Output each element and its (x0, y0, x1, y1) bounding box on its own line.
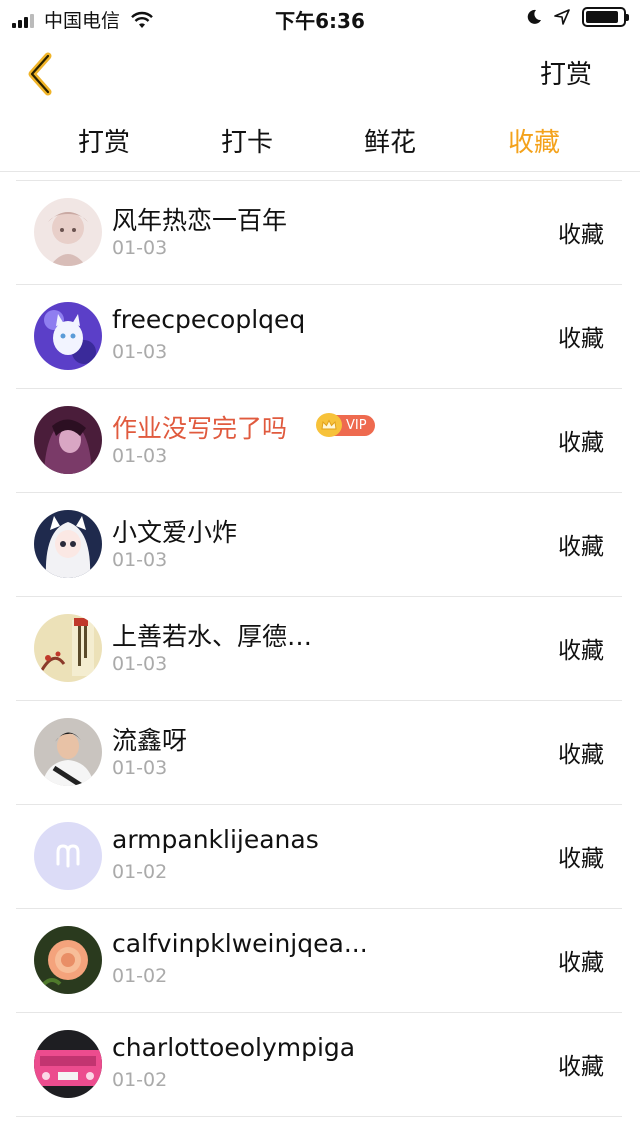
battery-icon (582, 7, 629, 27)
user-name: 作业没写完了吗 (112, 414, 288, 443)
user-name: 上善若水、厚德… (112, 622, 313, 651)
item-action: 收藏 (558, 638, 604, 664)
favorites-list: 风年热恋一百年 01-03 收藏 freecpecoplqeq 01-03 收藏… (16, 180, 622, 1139)
list-item[interactable]: charlottoeolympiga 01-02 收藏 (16, 1012, 622, 1116)
tab-reward[interactable]: 打赏 (44, 122, 164, 159)
avatar (34, 614, 102, 682)
vip-badge: VIP (316, 413, 375, 437)
item-date: 01-03 (112, 237, 168, 259)
avatar (34, 1030, 102, 1098)
back-button[interactable] (20, 50, 64, 98)
status-right (526, 7, 629, 27)
item-action: 收藏 (558, 326, 604, 352)
list-item[interactable]: 流鑫呀 01-03 收藏 (16, 700, 622, 804)
avatar (34, 302, 102, 370)
avatar (34, 822, 102, 890)
item-action: 收藏 (558, 430, 604, 456)
list-item[interactable]: calfvinpklweinjqea... 01-02 收藏 (16, 908, 622, 1012)
tab-bar: 打赏 打卡 鲜花 收藏 (0, 110, 640, 172)
avatar (34, 198, 102, 266)
user-name: 流鑫呀 (112, 726, 188, 755)
status-bar: 中国电信 下午6:36 (0, 0, 640, 36)
list-item[interactable]: 上善若水、厚德… 01-03 收藏 (16, 596, 622, 700)
item-action: 收藏 (558, 1054, 604, 1080)
tab-flowers[interactable]: 鲜花 (330, 122, 450, 159)
avatar (34, 406, 102, 474)
reward-button[interactable]: 打赏 (540, 54, 592, 91)
item-action: 收藏 (558, 846, 604, 872)
list-item[interactable]: 作业没写完了吗 VIP 01-03 收藏 (16, 388, 622, 492)
user-name: 风年热恋一百年 (112, 206, 288, 235)
item-action: 收藏 (558, 534, 604, 560)
chevron-left-icon (28, 52, 52, 96)
item-action: 收藏 (558, 222, 604, 248)
avatar (34, 510, 102, 578)
list-item[interactable]: 风年热恋一百年 01-03 收藏 (16, 180, 622, 284)
list-item[interactable]: armpanklijeanas 01-02 收藏 (16, 804, 622, 908)
item-date: 01-02 (112, 1069, 168, 1091)
item-date: 01-03 (112, 445, 168, 467)
user-name: 小文爱小炸 (112, 518, 238, 547)
item-date: 01-03 (112, 757, 168, 779)
tab-checkin[interactable]: 打卡 (187, 122, 307, 159)
nav-bar: 打赏 (0, 36, 640, 110)
item-action: 收藏 (558, 742, 604, 768)
item-date: 01-03 (112, 653, 168, 675)
list-item-partial[interactable] (16, 1116, 622, 1139)
avatar (34, 926, 102, 994)
location-icon (554, 9, 570, 25)
user-name: armpanklijeanas (112, 825, 319, 854)
item-date: 01-03 (112, 341, 168, 363)
user-name: freecpecoplqeq (112, 305, 306, 334)
item-date: 01-02 (112, 965, 168, 987)
user-name: calfvinpklweinjqea... (112, 929, 368, 958)
crown-icon (316, 413, 342, 437)
tab-favorites[interactable]: 收藏 (474, 122, 594, 159)
list-item[interactable]: 小文爱小炸 01-03 收藏 (16, 492, 622, 596)
item-date: 01-02 (112, 861, 168, 883)
avatar (34, 718, 102, 786)
list-item[interactable]: freecpecoplqeq 01-03 收藏 (16, 284, 622, 388)
item-date: 01-03 (112, 549, 168, 571)
moon-icon (527, 9, 541, 24)
user-name: charlottoeolympiga (112, 1033, 356, 1062)
item-action: 收藏 (558, 950, 604, 976)
